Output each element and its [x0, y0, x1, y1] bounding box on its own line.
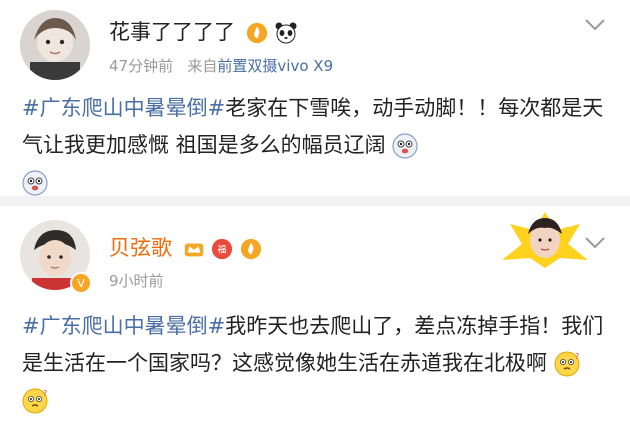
- svg-text:福: 福: [218, 244, 227, 256]
- svg-text:?: ?: [43, 389, 47, 398]
- avatar-image-icon: [20, 10, 90, 80]
- medal-badge-icon: 福: [212, 238, 233, 260]
- confused-face-emoji-icon: ?: [554, 351, 580, 377]
- post-time: 47分钟前: [109, 57, 174, 75]
- user-avatar[interactable]: [20, 10, 90, 80]
- flame-badge-icon: [246, 22, 267, 44]
- post-time: 9小时前: [109, 272, 164, 290]
- post-content: #广东爬山中暑晕倒#我昨天也去爬山了，差点冻掉手指！我们是生活在一个国家吗？这感…: [22, 308, 612, 419]
- hashtag-link[interactable]: #广东爬山中暑晕倒#: [22, 314, 225, 338]
- username[interactable]: 贝弦歌 福: [109, 232, 262, 262]
- post-source[interactable]: 前置双摄vivo X9: [217, 57, 333, 75]
- svg-text:V: V: [77, 277, 85, 290]
- chevron-down-icon[interactable]: [584, 18, 606, 32]
- verified-badge-icon: V: [70, 272, 92, 294]
- flame-badge-icon: [240, 238, 262, 260]
- post-meta: 9小时前: [109, 270, 164, 291]
- svg-text:?: ?: [575, 352, 579, 361]
- username-text[interactable]: 花事了了了了: [109, 20, 235, 44]
- ghost-face-emoji-icon: [392, 133, 418, 159]
- username-text[interactable]: 贝弦歌: [109, 236, 172, 260]
- post-content: #广东爬山中暑晕倒#老家在下雪唉，动手动脚！！每次都是天气让我更加感慨 祖国是多…: [22, 90, 612, 201]
- chevron-down-icon[interactable]: [584, 236, 606, 250]
- crown-badge-icon: [184, 243, 203, 257]
- hashtag-link[interactable]: #广东爬山中暑晕倒#: [22, 96, 225, 120]
- confused-face-emoji-icon: ?: [22, 388, 48, 414]
- panda-icon: [275, 22, 297, 44]
- post-meta: 47分钟前 来自前置双摄vivo X9: [109, 55, 333, 76]
- ghost-face-emoji-icon: [22, 170, 48, 196]
- username[interactable]: 花事了了了了: [109, 16, 298, 46]
- source-prefix: 来自: [187, 57, 218, 75]
- post-card-1: 花事了了了了 47分钟前 来自前置双摄vivo X9 #广东爬山中暑晕倒#老家在…: [0, 0, 630, 200]
- celebrity-sticker-icon: [502, 212, 588, 268]
